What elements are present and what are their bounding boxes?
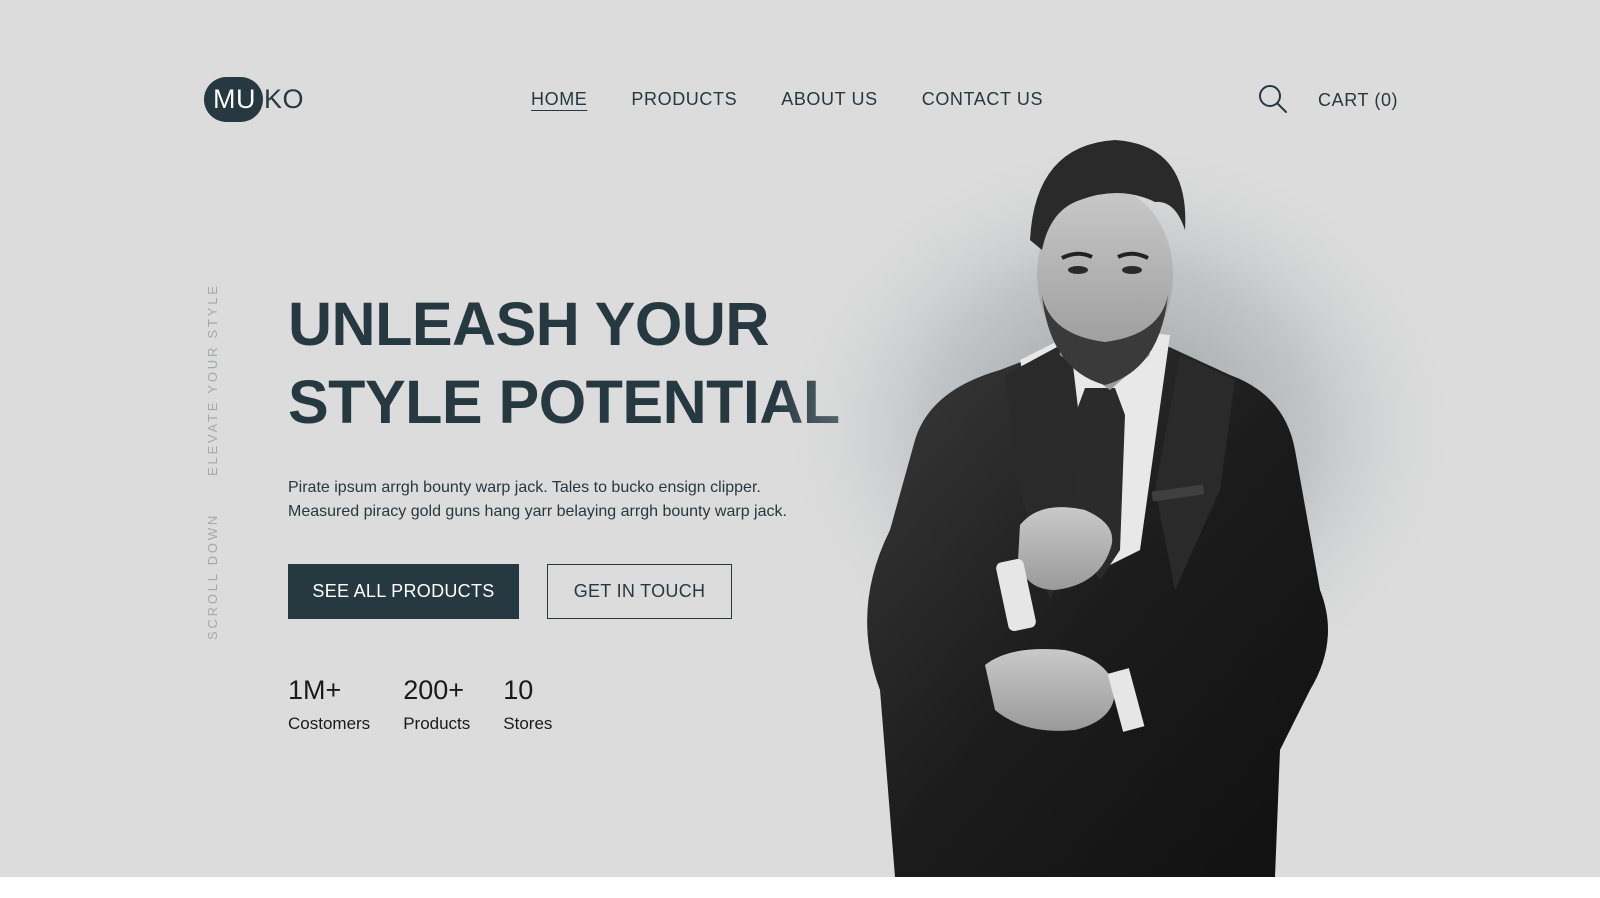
stat-label: Products xyxy=(403,714,471,733)
hero-description: Pirate ipsum arrgh bounty warp jack. Tal… xyxy=(288,476,808,524)
scroll-down-label[interactable]: SCROLL DOWN xyxy=(205,513,220,640)
nav-item-contact-us[interactable]: CONTACT US xyxy=(922,87,1043,111)
see-all-products-button[interactable]: SEE ALL PRODUCTS xyxy=(288,564,519,619)
headline-line-1: UNLEASH YOUR xyxy=(288,290,769,358)
brand-logo[interactable]: MUIKO xyxy=(204,77,304,122)
hero-section: MUIKO HOME PRODUCTS ABOUT US CONTACT US … xyxy=(0,0,1600,877)
get-in-touch-button[interactable]: GET IN TOUCH xyxy=(547,564,732,619)
description-line-2: Measured piracy gold guns hang yarr bela… xyxy=(288,503,787,520)
nav-item-home[interactable]: HOME xyxy=(531,87,587,111)
search-icon xyxy=(1259,85,1287,113)
stat-value: 1M+ xyxy=(288,675,342,705)
search-button[interactable] xyxy=(1258,84,1288,114)
stat-products: 200+ Products xyxy=(403,672,470,736)
cart-link[interactable]: CART (0) xyxy=(1318,88,1398,112)
stats-row: 1M+ Costomers 200+ Products 10 Stores xyxy=(288,672,585,736)
description-line-1: Pirate ipsum arrgh bounty warp jack. Tal… xyxy=(288,479,761,496)
stat-value: 10 xyxy=(503,675,534,705)
elevate-style-label: ELEVATE YOUR STYLE xyxy=(205,283,220,476)
logo-text: MUIKO xyxy=(204,84,304,115)
stat-label: Costomers xyxy=(288,714,371,733)
hero-headline: UNLEASH YOUR STYLE POTENTIAL xyxy=(288,285,840,441)
stat-value: 200+ xyxy=(403,675,465,705)
stat-customers: 1M+ Costomers xyxy=(288,672,370,736)
headline-line-2: STYLE POTENTIAL xyxy=(288,368,840,436)
stat-label: Stores xyxy=(503,714,553,733)
stat-stores: 10 Stores xyxy=(503,672,552,736)
nav-item-about-us[interactable]: ABOUT US xyxy=(781,87,878,111)
model-photo xyxy=(780,130,1470,877)
nav-item-products[interactable]: PRODUCTS xyxy=(631,87,737,111)
main-nav: HOME PRODUCTS ABOUT US CONTACT US xyxy=(531,87,1087,111)
